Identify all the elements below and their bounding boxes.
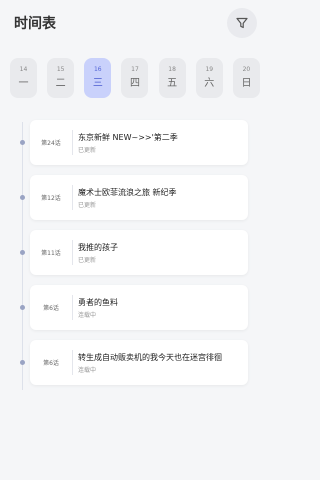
filter-icon: [236, 17, 248, 29]
schedule-row: 第6话 转生成自动贩卖机的我今天也在迷宫徘徊 连载中: [0, 340, 270, 385]
anime-title: 魔术士欧菲流浪之旅 新纪季: [78, 188, 177, 197]
schedule-card[interactable]: 第12话 魔术士欧菲流浪之旅 新纪季 已更新: [30, 175, 248, 220]
update-status: 连载中: [78, 367, 97, 374]
episode-label: 第6话: [43, 305, 59, 312]
day-tab-wed[interactable]: 16 三: [84, 58, 112, 98]
day-weekday: 四: [129, 77, 140, 89]
day-tab-tue[interactable]: 15 二: [47, 58, 75, 98]
schedule-row: 第6话 勇者的鱼料 连载中: [0, 285, 270, 330]
day-weekday: 二: [55, 77, 66, 89]
card-divider: [72, 185, 73, 210]
day-tab-thu[interactable]: 17 四: [121, 58, 149, 98]
schedule-row: 第24话 东京新鲜 NEW~>>'第二季 已更新: [0, 120, 270, 165]
day-weekday: 三: [92, 77, 103, 89]
update-status: 连载中: [78, 312, 97, 319]
anime-title: 转生成自动贩卖机的我今天也在迷宫徘徊: [78, 353, 222, 362]
day-tab-sun[interactable]: 20 日: [232, 58, 260, 98]
timeline-dot: [20, 195, 25, 200]
day-number: 14: [19, 65, 28, 73]
day-weekday: 一: [18, 77, 29, 89]
day-tab-sat[interactable]: 19 六: [195, 58, 223, 98]
card-divider: [72, 130, 73, 155]
card-divider: [72, 240, 73, 265]
anime-title: 勇者的鱼料: [78, 298, 118, 307]
page-title: 时间表: [14, 16, 56, 32]
schedule-row: 第12话 魔术士欧菲流浪之旅 新纪季 已更新: [0, 175, 270, 220]
card-divider: [72, 350, 73, 375]
update-status: 已更新: [78, 147, 97, 154]
day-weekday: 六: [204, 77, 215, 89]
anime-title: 东京新鲜 NEW~>>'第二季: [78, 133, 178, 142]
update-status: 已更新: [78, 257, 97, 264]
schedule-row: 第11话 我推的孩子 已更新: [0, 230, 270, 275]
day-number: 20: [242, 65, 251, 73]
episode-label: 第24话: [41, 140, 61, 147]
timeline-dot: [20, 140, 25, 145]
schedule-card[interactable]: 第6话 勇者的鱼料 连载中: [30, 285, 248, 330]
episode-label: 第12话: [41, 195, 61, 202]
day-number: 18: [168, 65, 176, 73]
day-tab-mon[interactable]: 14 一: [10, 58, 37, 98]
day-number: 17: [131, 65, 139, 73]
schedule-card[interactable]: 第6话 转生成自动贩卖机的我今天也在迷宫徘徊 连载中: [30, 340, 248, 385]
schedule-card[interactable]: 第24话 东京新鲜 NEW~>>'第二季 已更新: [30, 120, 248, 165]
day-number: 15: [56, 65, 65, 73]
day-selector: 14 一 15 二 16 三 17 四 18 五 19 六 20 日: [10, 58, 260, 98]
timeline-dot: [20, 305, 25, 310]
anime-title: 我推的孩子: [78, 243, 118, 252]
episode-label: 第6话: [43, 360, 59, 367]
timeline-dot: [20, 250, 25, 255]
day-number: 19: [205, 65, 214, 73]
episode-label: 第11话: [41, 250, 61, 257]
day-number: 16: [93, 65, 102, 73]
card-divider: [72, 295, 73, 320]
day-tab-fri[interactable]: 18 五: [158, 58, 186, 98]
day-weekday: 日: [241, 77, 252, 89]
update-status: 已更新: [78, 202, 97, 209]
app-header: 时间表: [0, 0, 270, 48]
day-weekday: 五: [167, 77, 178, 89]
schedule-card[interactable]: 第11话 我推的孩子 已更新: [30, 230, 248, 275]
filter-button[interactable]: [227, 8, 257, 38]
timeline-dot: [20, 360, 25, 365]
